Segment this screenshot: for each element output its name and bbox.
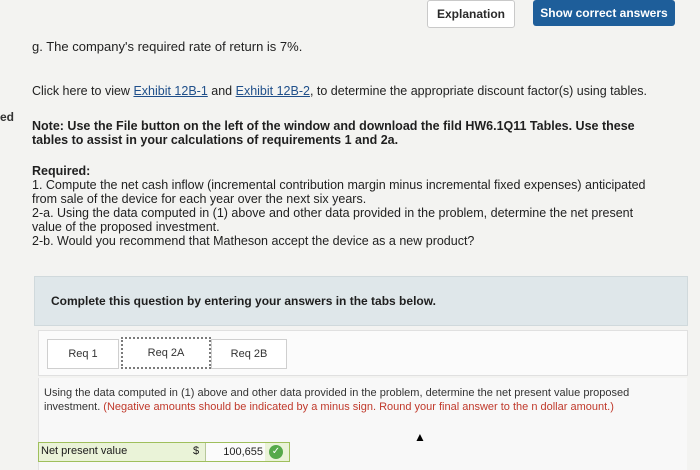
required-item-2a: 2-a. Using the data computed in (1) abov…: [32, 206, 634, 234]
note-label: Note:: [32, 119, 64, 133]
net-present-value-input[interactable]: 100,655: [205, 443, 265, 461]
explanation-button[interactable]: Explanation: [427, 0, 515, 28]
exhibit-instructions: Click here to view Exhibit 12B-1 and Exh…: [32, 84, 664, 98]
note-text: Note: Use the File button on the left of…: [32, 119, 664, 147]
intro-after: , to determine the appropriate discount …: [309, 84, 647, 98]
currency-symbol: $: [193, 445, 200, 457]
net-present-value-label: Net present value: [41, 445, 128, 457]
tab-bar: Req 1 Req 2A Req 2B: [38, 330, 688, 376]
required-item-2b: 2-b. Would you recommend that Matheson a…: [32, 234, 475, 248]
answer-instructions: Using the data computed in (1) above and…: [44, 386, 680, 414]
tab-req-2a[interactable]: Req 2A: [121, 337, 211, 369]
answer-row: Net present value $ 100,655 ✓: [38, 442, 290, 462]
mouse-cursor-icon: ▲: [414, 430, 426, 444]
left-edge-fragment: ed: [0, 110, 15, 124]
required-section: Required: 1. Compute the net cash inflow…: [32, 164, 664, 248]
note-body: Use the File button on the left of the w…: [32, 119, 635, 147]
show-correct-answers-button[interactable]: Show correct answers: [533, 0, 675, 26]
rate-of-return-text: g. The company's required rate of return…: [32, 39, 303, 54]
required-item-1: 1. Compute the net cash inflow (incremen…: [32, 178, 646, 206]
correct-check-icon: ✓: [269, 445, 283, 459]
tab-req-1[interactable]: Req 1: [47, 339, 119, 369]
required-label: Required:: [32, 164, 91, 178]
intro-and: and: [207, 84, 236, 98]
exhibit-12b-1-link[interactable]: Exhibit 12B-1: [133, 84, 207, 98]
exhibit-12b-2-link[interactable]: Exhibit 12B-2: [236, 84, 310, 98]
instructions-rounding-note: (Negative amounts should be indicated by…: [100, 401, 614, 413]
panel-title: Complete this question by entering your …: [51, 294, 436, 308]
tab-req-2b[interactable]: Req 2B: [211, 339, 287, 369]
instructions-panel: Complete this question by entering your …: [34, 276, 688, 326]
intro-before: Click here to view: [32, 84, 134, 98]
